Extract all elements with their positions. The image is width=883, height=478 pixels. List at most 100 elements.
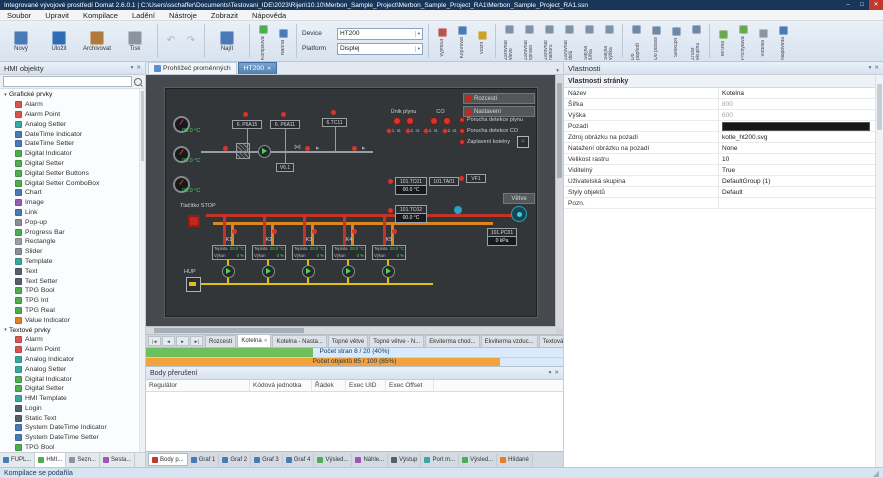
tree-item[interactable]: Digital Setter Buttons — [0, 168, 145, 178]
panel-close-icon[interactable]: ✕ — [874, 65, 879, 71]
bottom-panel-tab[interactable]: Náhle... — [352, 454, 388, 466]
panel-close-icon[interactable]: ✕ — [554, 370, 559, 376]
close-button[interactable]: ✕ — [869, 0, 883, 10]
tree-item[interactable]: Chart — [0, 188, 145, 198]
property-row[interactable]: Velikost rastru 10 — [564, 154, 883, 165]
property-value[interactable]: 600 — [719, 110, 875, 120]
canvas-horizontal-scrollbar[interactable] — [146, 326, 556, 334]
page-nav-button[interactable]: ◄ — [162, 336, 175, 346]
maximize-button[interactable]: □ — [855, 0, 869, 10]
ribbon-tool-button[interactable]: Zarovnat nahoru — [539, 22, 559, 60]
document-tab[interactable]: HT200 ✕ — [238, 62, 278, 74]
ribbon-tool-button[interactable]: Vložit — [472, 28, 492, 54]
ribbon-tool-button[interactable]: Kompilovat — [253, 22, 273, 60]
page-nav-button[interactable]: ►| — [190, 336, 203, 346]
tree-item[interactable]: Digital Indicator — [0, 374, 145, 384]
ribbon-tool-button[interactable]: Nahrát — [273, 26, 293, 55]
menu-item[interactable]: Ladění — [125, 10, 162, 21]
tab-close-icon[interactable]: ✕ — [267, 66, 271, 72]
ribbon-tool-button[interactable]: Do popředí — [626, 22, 646, 60]
tree-item[interactable]: HMI Template — [0, 394, 145, 404]
tree-item[interactable]: Pop-up — [0, 217, 145, 227]
ribbon-tool-button[interactable]: Přichytávání — [733, 22, 753, 60]
property-row[interactable]: Styly objektů Default — [564, 187, 883, 198]
bottom-panel-tab[interactable]: Výstup — [388, 454, 421, 466]
tree-item[interactable]: Alarm — [0, 100, 145, 110]
tree-item[interactable]: Digital Indicator — [0, 149, 145, 159]
expander-icon[interactable]: ▾ — [2, 92, 9, 98]
panel-menu-icon[interactable]: ▾ — [869, 65, 872, 71]
menu-item[interactable]: Nápověda — [245, 10, 293, 21]
bottom-panel-tab[interactable]: Port m... — [421, 454, 459, 466]
property-row[interactable]: Pozadí — [564, 121, 883, 132]
property-row[interactable]: Výška 600 — [564, 110, 883, 121]
page-tab[interactable]: Textová šablona ✕ — [539, 335, 563, 347]
bottom-panel-tab[interactable]: Graf 4 — [283, 454, 315, 466]
table-column-header[interactable]: Exec UID — [346, 380, 386, 391]
vetve-button[interactable]: Větve — [503, 193, 535, 204]
bottom-panel-tab[interactable]: Graf 2 — [219, 454, 251, 466]
page-tab[interactable]: Ekviterma chod... ✕ — [425, 335, 479, 347]
tree-item[interactable]: Slider — [0, 247, 145, 257]
device-select[interactable]: HT200 ▾ — [337, 28, 423, 40]
property-value[interactable]: 800 — [719, 99, 875, 109]
expander-icon[interactable]: ▾ — [2, 327, 9, 333]
ribbon-tool-button[interactable]: Nápověda — [773, 23, 793, 60]
properties-scrollbar[interactable] — [875, 75, 883, 467]
document-tab[interactable]: Prohlížeč proměnných ✕ — [148, 62, 237, 74]
panel-close-icon[interactable]: ✕ — [136, 65, 141, 71]
tree-item[interactable]: Text — [0, 266, 145, 276]
tree-item[interactable]: Login — [0, 404, 145, 414]
menu-item[interactable]: Nástroje — [162, 10, 204, 21]
tree-item[interactable]: System DateTime Indicator — [0, 423, 145, 433]
tree-item[interactable]: Alarm — [0, 335, 145, 345]
ribbon-button[interactable]: Tisk — [116, 31, 154, 52]
tab-bar-menu-icon[interactable]: ▾ — [552, 68, 563, 74]
page-tab[interactable]: Kotelna - Nasta... ✕ — [272, 335, 326, 347]
property-value[interactable]: DefaultGroup (1) — [719, 176, 875, 186]
tree-item[interactable]: Digital Setter — [0, 384, 145, 394]
table-column-header[interactable]: Regulátor — [146, 380, 250, 391]
property-row[interactable]: Viditelný True — [564, 165, 883, 176]
page-tab[interactable]: Topné větve - N... ✕ — [369, 335, 424, 347]
bottom-panel-tab[interactable]: Hlídané — [497, 454, 533, 466]
tree-group-graphic[interactable]: ▾ Grafické prvky — [0, 90, 145, 100]
property-value[interactable]: True — [719, 165, 875, 175]
tree-item[interactable]: Progress Bar — [0, 227, 145, 237]
tree-item[interactable]: TPG Int — [0, 296, 145, 306]
tree-group-text[interactable]: ▾ Textové prvky — [0, 325, 145, 335]
tree-item[interactable]: Rectangle — [0, 237, 145, 247]
vetve-nav-icon[interactable] — [511, 206, 527, 222]
property-value[interactable]: 10 — [719, 154, 875, 164]
breakpoints-table-body[interactable] — [146, 392, 563, 451]
ribbon-tool-button[interactable]: Zarovnat vpravo — [519, 22, 539, 60]
property-value[interactable]: kotle_ht200.svg — [719, 132, 875, 142]
tab-close-icon[interactable]: ✕ — [264, 338, 268, 344]
undo-redo-icon[interactable]: ↷ — [181, 22, 201, 60]
property-row[interactable]: Šířka 800 — [564, 99, 883, 110]
page-tab[interactable]: Kotelna ✕ — [237, 334, 271, 347]
ribbon-tool-button[interactable]: Zrušit skupinu — [686, 22, 706, 60]
property-value[interactable]: None — [719, 143, 875, 153]
design-canvas[interactable]: ⋈ ▸ ▸ Tlačítko STOP HUP Větve ≈ Rozcestí… — [146, 75, 563, 334]
tree-item[interactable]: System DateTime Setter — [0, 433, 145, 443]
tree-item[interactable]: Link — [0, 208, 145, 218]
property-value[interactable]: Default — [719, 187, 875, 197]
menu-item[interactable]: Soubor — [0, 10, 38, 21]
table-column-header[interactable]: Kódová jednotka — [250, 380, 312, 391]
ribbon-tool-button[interactable]: Mřížka — [713, 27, 733, 56]
tree-item[interactable]: Text Setter — [0, 276, 145, 286]
ribbon-button[interactable]: Archivovat — [78, 31, 116, 52]
panel-menu-icon[interactable]: ▾ — [131, 65, 134, 71]
minimize-button[interactable]: – — [841, 0, 855, 10]
ribbon-tool-button[interactable]: Vodítka — [753, 26, 773, 57]
ribbon-tool-button[interactable]: Vyjmout — [432, 25, 452, 57]
table-column-header[interactable]: Řádek — [312, 380, 346, 391]
tree-item[interactable]: Value Indicator — [0, 315, 145, 325]
tree-scrollbar[interactable] — [139, 89, 145, 452]
find-button[interactable]: Najít — [208, 31, 246, 52]
ribbon-tool-button[interactable]: Zarovnat vlevo — [499, 22, 519, 60]
ribbon-button[interactable]: Uložit — [40, 31, 78, 52]
property-value[interactable] — [719, 198, 875, 208]
left-panel-tab[interactable]: HMI... — [35, 453, 66, 467]
